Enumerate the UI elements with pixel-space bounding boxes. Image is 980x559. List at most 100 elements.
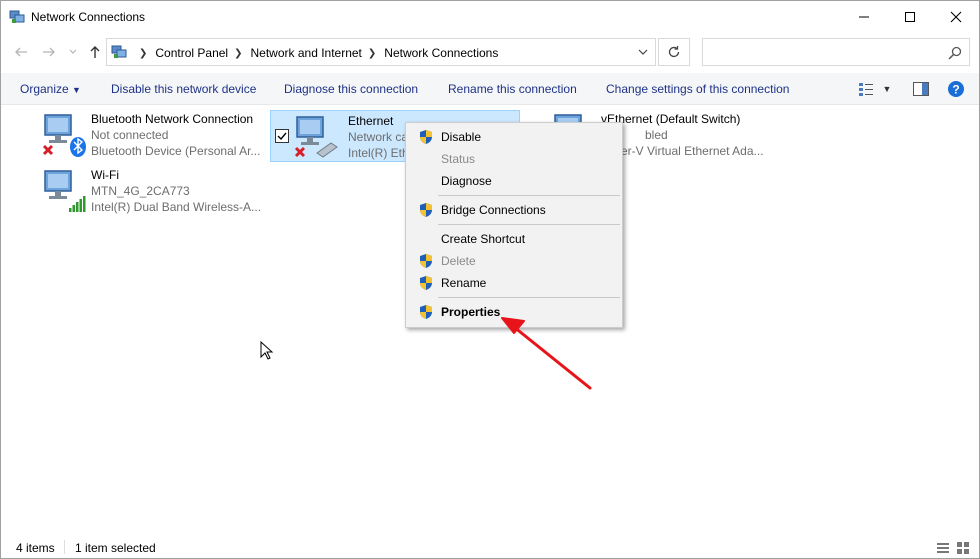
menu-item-diagnose[interactable]: Diagnose [408,170,620,192]
disable-device-button[interactable]: Disable this network device [111,82,256,96]
minimize-button[interactable] [841,1,887,33]
svg-text:?: ? [952,83,959,97]
menu-item-create-shortcut[interactable]: Create Shortcut [408,228,620,250]
menu-item-label: Create Shortcut [441,232,526,246]
menu-item-bridge[interactable]: Bridge Connections [408,199,620,221]
window-title: Network Connections [31,10,146,24]
refresh-button[interactable] [658,38,690,66]
uac-shield-icon [420,276,432,290]
refresh-icon [668,46,680,58]
connection-bluetooth[interactable]: Bluetooth Network Connection Not connect… [37,109,267,161]
menu-item-label: Rename [441,276,487,290]
menu-item-rename[interactable]: Rename [408,272,620,294]
arrow-up-icon [90,46,100,58]
uac-shield-icon [420,203,432,217]
connection-text: Wi-Fi MTN_4G_2CA773 Intel(R) Dual Band W… [91,167,267,215]
uac-shield-icon [420,130,432,144]
recent-locations-button[interactable] [63,42,83,62]
connection-device: Bluetooth Device (Personal Ar... [91,144,261,158]
menu-item-label: Diagnose [441,174,492,188]
item-count: 4 items [16,541,55,555]
details-view-icon[interactable] [936,541,950,555]
breadcrumb-network-and-internet[interactable]: Network and Internet [251,46,362,60]
help-icon: ? [948,81,964,97]
close-icon [950,11,962,23]
selection-checkbox[interactable] [275,129,289,143]
title-bar[interactable]: Network Connections [1,1,979,33]
uac-shield-icon [420,254,432,268]
view-dropdown-button[interactable]: ▼ [878,80,896,98]
forward-button[interactable] [39,42,59,62]
connection-name: vEthernet (Default Switch) [601,112,741,126]
preview-pane-icon [913,82,929,96]
search-box[interactable] [702,38,970,66]
connection-name: Bluetooth Network Connection [91,112,254,126]
menu-item-label: Delete [441,254,476,268]
chevron-right-icon[interactable]: ❯ [234,48,242,59]
navigation-bar: ❯ Control Panel ❯ Network and Internet ❯… [1,33,979,71]
chevron-down-icon [638,49,648,55]
organize-button[interactable]: Organize ▼ [20,82,81,96]
search-icon[interactable] [947,45,963,61]
up-button[interactable] [85,42,105,62]
maximize-icon [905,12,915,22]
connection-status: Not connected [91,128,169,142]
network-adapter-icon [42,114,86,157]
breadcrumb: ❯ Control Panel ❯ Network and Internet ❯… [133,46,498,60]
explorer-window: Network Connections ❯ Control Panel ❯ Ne… [0,0,980,559]
help-button[interactable]: ? [947,80,965,98]
connection-status: bled [645,128,668,142]
arrow-left-icon [15,47,27,57]
chevron-right-icon[interactable]: ❯ [368,48,376,59]
connection-status: Network ca [348,130,408,144]
connection-status: MTN_4G_2CA773 [91,184,190,198]
minimize-icon [859,16,869,18]
organize-label: Organize [20,82,69,96]
search-input[interactable] [709,43,939,61]
menu-item-label: Disable [441,130,482,144]
large-icons-view-icon[interactable] [956,541,970,555]
menu-separator [438,297,620,298]
menu-item-label: Properties [441,305,501,319]
command-bar: Organize ▼ Disable this network device D… [1,73,979,105]
rename-connection-button[interactable]: Rename this connection [448,82,577,96]
menu-item-status[interactable]: Status [408,148,620,170]
status-divider [64,540,65,554]
connection-text: Bluetooth Network Connection Not connect… [91,111,267,159]
connection-wifi[interactable]: Wi-Fi MTN_4G_2CA773 Intel(R) Dual Band W… [37,165,267,217]
chevron-down-icon [69,49,77,54]
preview-pane-button[interactable] [912,80,930,98]
uac-shield-icon [420,305,432,319]
checkmark-icon [277,132,287,141]
menu-item-properties[interactable]: Properties [408,301,620,323]
back-button[interactable] [11,42,31,62]
view-details-icon [859,83,873,96]
connection-device: Intel(R) Dual Band Wireless-A... [91,200,262,214]
change-view-button[interactable] [857,80,875,98]
close-button[interactable] [933,1,979,33]
network-connections-icon [9,10,25,23]
menu-separator [438,224,620,225]
maximize-button[interactable] [887,1,933,33]
network-connections-icon [111,45,127,58]
connection-name: Wi-Fi [91,168,119,182]
connection-device: er-V Virtual Ethernet Ada... [621,144,764,158]
arrow-right-icon [43,47,55,57]
address-bar[interactable]: ❯ Control Panel ❯ Network and Internet ❯… [106,38,656,66]
address-dropdown-button[interactable] [635,45,651,59]
connection-text: vEthernet (Default Switch) bled er-V Vir… [601,111,777,159]
connection-device: Intel(R) Eth [348,146,408,160]
change-settings-button[interactable]: Change settings of this connection [606,82,789,96]
network-adapter-icon [294,116,338,158]
chevron-right-icon[interactable]: ❯ [139,48,147,59]
chevron-down-icon: ▼ [72,85,81,95]
menu-item-disable[interactable]: Disable [408,126,620,148]
breadcrumb-network-connections[interactable]: Network Connections [384,46,498,60]
breadcrumb-control-panel[interactable]: Control Panel [155,46,228,60]
mouse-cursor-icon [260,341,274,360]
network-adapter-icon [44,170,86,212]
menu-item-label: Bridge Connections [441,203,546,217]
diagnose-connection-button[interactable]: Diagnose this connection [284,82,418,96]
signal-bars-icon [69,196,86,212]
menu-item-delete[interactable]: Delete [408,250,620,272]
